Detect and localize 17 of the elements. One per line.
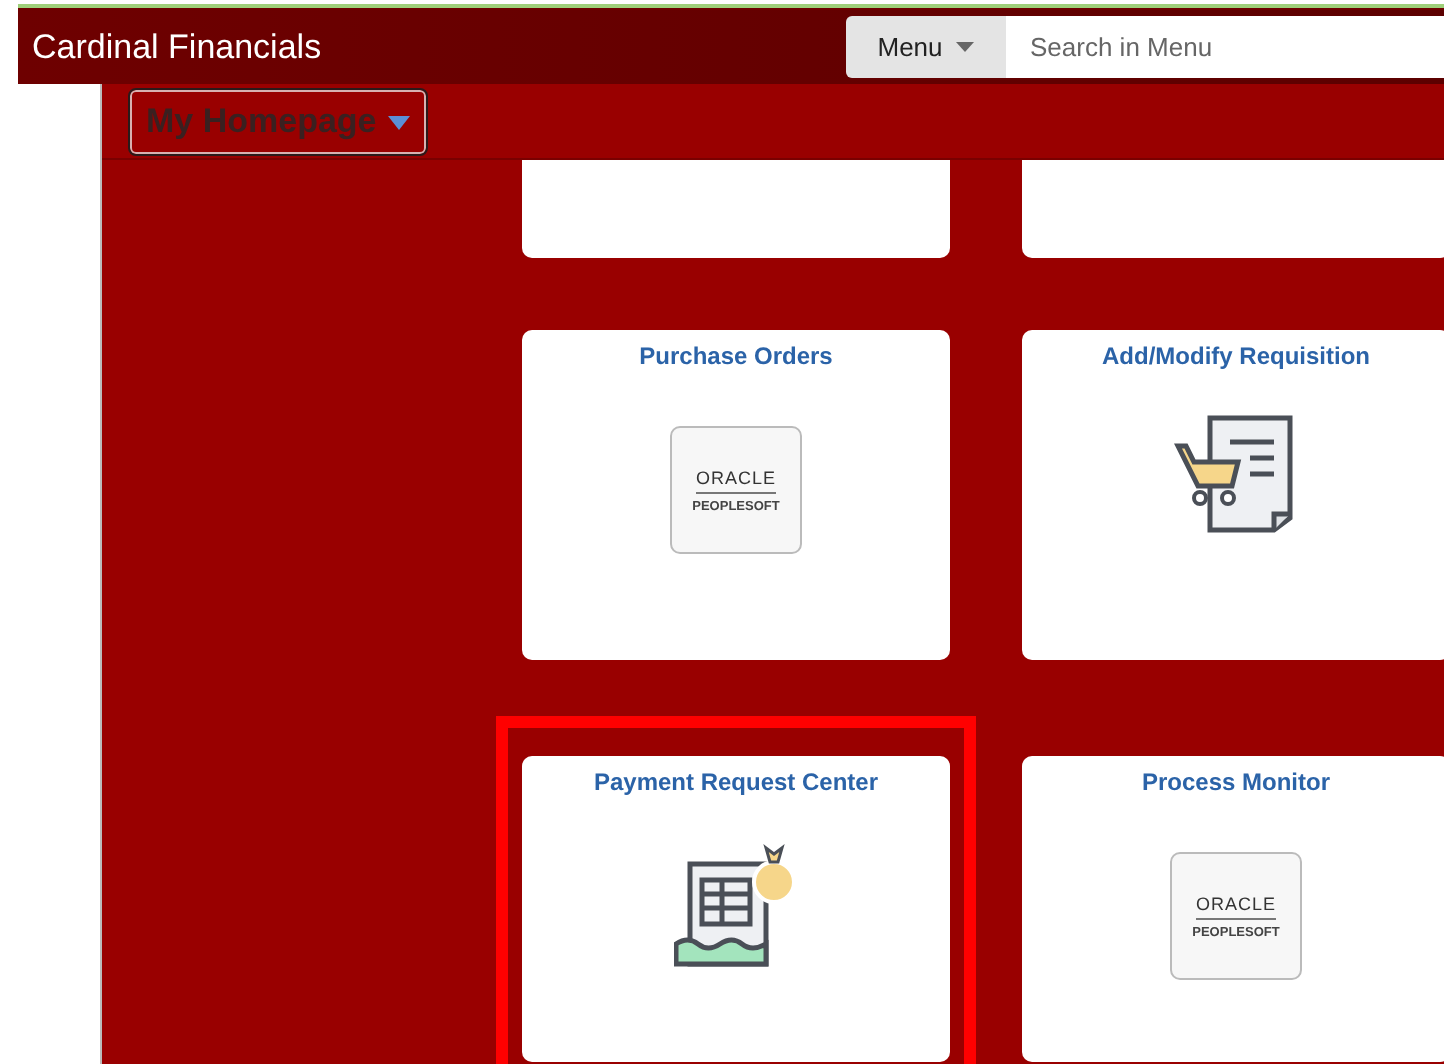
- menu-button[interactable]: Menu: [846, 16, 1006, 78]
- logo-text: ORACLE: [695, 467, 776, 493]
- app-title: Cardinal Financials: [32, 27, 322, 67]
- tile-card[interactable]: [1022, 160, 1444, 258]
- caret-icon: [956, 42, 975, 52]
- cart-document-icon: [1174, 414, 1298, 534]
- tile-card[interactable]: [522, 160, 950, 258]
- search-field[interactable]: Search in Menu: [1006, 16, 1444, 78]
- tile-title: Add/Modify Requisition: [1102, 342, 1370, 370]
- tile-title: Payment Request Center: [593, 768, 879, 796]
- tile-title: Purchase Orders: [639, 342, 833, 370]
- caret-icon: [388, 115, 411, 129]
- tile-card[interactable]: Add/Modify Requisition: [1022, 330, 1444, 660]
- tile-title: Process Monitor: [1141, 768, 1331, 796]
- tile-card[interactable]: Payment Request Center: [522, 756, 950, 1062]
- logo-text: ORACLE: [1195, 893, 1276, 919]
- invoice-moneybag-icon: [674, 840, 798, 972]
